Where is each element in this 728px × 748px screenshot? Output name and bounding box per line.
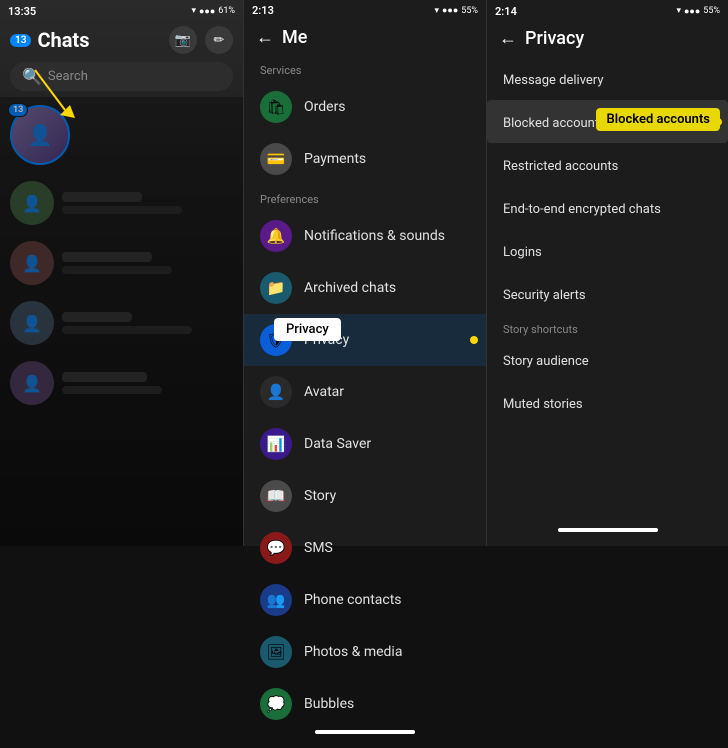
nav-bar-3 (558, 528, 658, 532)
bubbles-icon: 💭 (260, 688, 292, 720)
story-shortcuts-section: Story shortcuts (487, 315, 728, 338)
panel-privacy: 2:14 ▾ ●●● 55% ← Privacy Message deliver… (486, 0, 728, 546)
privacy-item-muted-stories[interactable]: Muted stories (487, 381, 728, 424)
battery-icon-2: 55% (461, 6, 478, 16)
privacy-item-security[interactable]: Security alerts (487, 272, 728, 315)
privacy-item-story-audience[interactable]: Story audience (487, 338, 728, 381)
chats-header: 13 Chats 📷 ✏ (0, 22, 243, 60)
me-header: ← Me (244, 21, 486, 56)
photos-icon: 🖼 (260, 636, 292, 668)
nav-bar-2 (315, 730, 415, 734)
menu-item-payments[interactable]: 💳 Payments (244, 133, 486, 185)
orders-label: Orders (304, 99, 346, 115)
chats-badge: 13 (10, 34, 31, 47)
blocked-tooltip: Blocked accounts (596, 108, 720, 131)
avatar-icon: 👤 (260, 376, 292, 408)
bottom-nav-3 (487, 528, 728, 546)
privacy-header: ← Privacy (487, 22, 728, 57)
preferences-label: Preferences (244, 185, 486, 210)
menu-item-orders[interactable]: 🛍 Orders (244, 81, 486, 133)
menu-item-sms[interactable]: 💬 SMS (244, 522, 486, 574)
battery-icon: 61% (218, 6, 235, 16)
menu-item-story[interactable]: 📖 Story (244, 470, 486, 522)
datasaver-icon: 📊 (260, 428, 292, 460)
time-1: 13:35 (8, 5, 36, 18)
camera-button[interactable]: 📷 (169, 26, 197, 54)
chat-list: 👤 13 👤 👤 👤 (0, 97, 243, 546)
archived-label: Archived chats (304, 280, 396, 296)
wifi-icon-3: ▾ (676, 6, 681, 16)
bubbles-label: Bubbles (304, 696, 354, 712)
security-alerts-label: Security alerts (503, 288, 586, 303)
status-bar-2: 2:13 ▾ ●●● 55% (244, 0, 486, 21)
status-icons-1: ▾ ●●● 61% (191, 6, 235, 17)
story-label: Story (304, 488, 336, 504)
status-icons-3: ▾ ●●● 55% (676, 6, 720, 17)
muted-stories-label: Muted stories (503, 397, 583, 412)
archived-icon: 📁 (260, 272, 292, 304)
datasaver-label: Data Saver (304, 436, 371, 452)
signal-icon-2: ●●● (442, 5, 458, 16)
privacy-item-e2e[interactable]: End-to-end encrypted chats (487, 186, 728, 229)
status-bar-3: 2:14 ▾ ●●● 55% (487, 0, 728, 22)
chats-title-text: Chats (37, 28, 89, 52)
chats-title-area: 13 Chats (10, 28, 89, 52)
menu-item-bubbles[interactable]: 💭 Bubbles (244, 678, 486, 730)
bottom-nav-2 (244, 730, 486, 748)
sms-icon: 💬 (260, 532, 292, 564)
wifi-icon-2: ▾ (434, 6, 439, 16)
menu-item-contacts[interactable]: 👥 Phone contacts (244, 574, 486, 626)
logins-label: Logins (503, 245, 542, 260)
battery-icon-3: 55% (703, 6, 720, 16)
story-icon: 📖 (260, 480, 292, 512)
menu-item-datasaver[interactable]: 📊 Data Saver (244, 418, 486, 470)
menu-item-privacy[interactable]: 🛡 Privacy Privacy (244, 314, 486, 366)
signal-icon-3: ●●● (684, 6, 700, 17)
menu-item-avatar[interactable]: 👤 Avatar (244, 366, 486, 418)
avatar-label: Avatar (304, 384, 344, 400)
privacy-item-logins[interactable]: Logins (487, 229, 728, 272)
status-icons-2: ▾ ●●● 55% (434, 5, 478, 16)
panel-me: 2:13 ▾ ●●● 55% ← Me Services 🛍 Orders 💳 … (243, 0, 486, 546)
time-3: 2:14 (495, 5, 517, 18)
services-label: Services (244, 56, 486, 81)
orders-icon: 🛍 (260, 91, 292, 123)
sms-label: SMS (304, 540, 333, 556)
menu-item-notifications[interactable]: 🔔 Notifications & sounds (244, 210, 486, 262)
notifications-label: Notifications & sounds (304, 228, 445, 244)
menu-item-photos[interactable]: 🖼 Photos & media (244, 626, 486, 678)
contacts-icon: 👥 (260, 584, 292, 616)
payments-label: Payments (304, 151, 366, 167)
restricted-accounts-label: Restricted accounts (503, 159, 618, 174)
time-2: 2:13 (252, 4, 274, 17)
me-title: Me (282, 27, 307, 48)
wifi-icon: ▾ (191, 6, 196, 16)
header-icons: 📷 ✏ (169, 26, 233, 54)
back-button-privacy[interactable]: ← (499, 28, 517, 49)
privacy-tooltip: Privacy (274, 318, 341, 341)
contacts-label: Phone contacts (304, 592, 402, 608)
blocked-accounts-label: Blocked accounts (503, 116, 606, 131)
signal-icon: ●●● (199, 6, 215, 17)
panel-chats: 13:35 ▾ ●●● 61% 13 Chats 📷 ✏ 🔍 Search (0, 0, 243, 546)
privacy-item-restricted[interactable]: Restricted accounts (487, 143, 728, 186)
message-delivery-label: Message delivery (503, 73, 603, 88)
back-button[interactable]: ← (256, 27, 274, 48)
e2e-label: End-to-end encrypted chats (503, 202, 661, 217)
annotation-arrow (15, 60, 95, 140)
privacy-item-message-delivery[interactable]: Message delivery (487, 57, 728, 100)
menu-item-archived[interactable]: 📁 Archived chats (244, 262, 486, 314)
payments-icon: 💳 (260, 143, 292, 175)
privacy-yellow-dot (470, 336, 478, 344)
privacy-title: Privacy (525, 28, 584, 49)
privacy-item-blocked[interactable]: Blocked accounts Blocked accounts (487, 100, 728, 143)
story-audience-label: Story audience (503, 354, 589, 369)
photos-label: Photos & media (304, 644, 402, 660)
status-bar-1: 13:35 ▾ ●●● 61% (0, 0, 243, 22)
notifications-icon: 🔔 (260, 220, 292, 252)
compose-button[interactable]: ✏ (205, 26, 233, 54)
